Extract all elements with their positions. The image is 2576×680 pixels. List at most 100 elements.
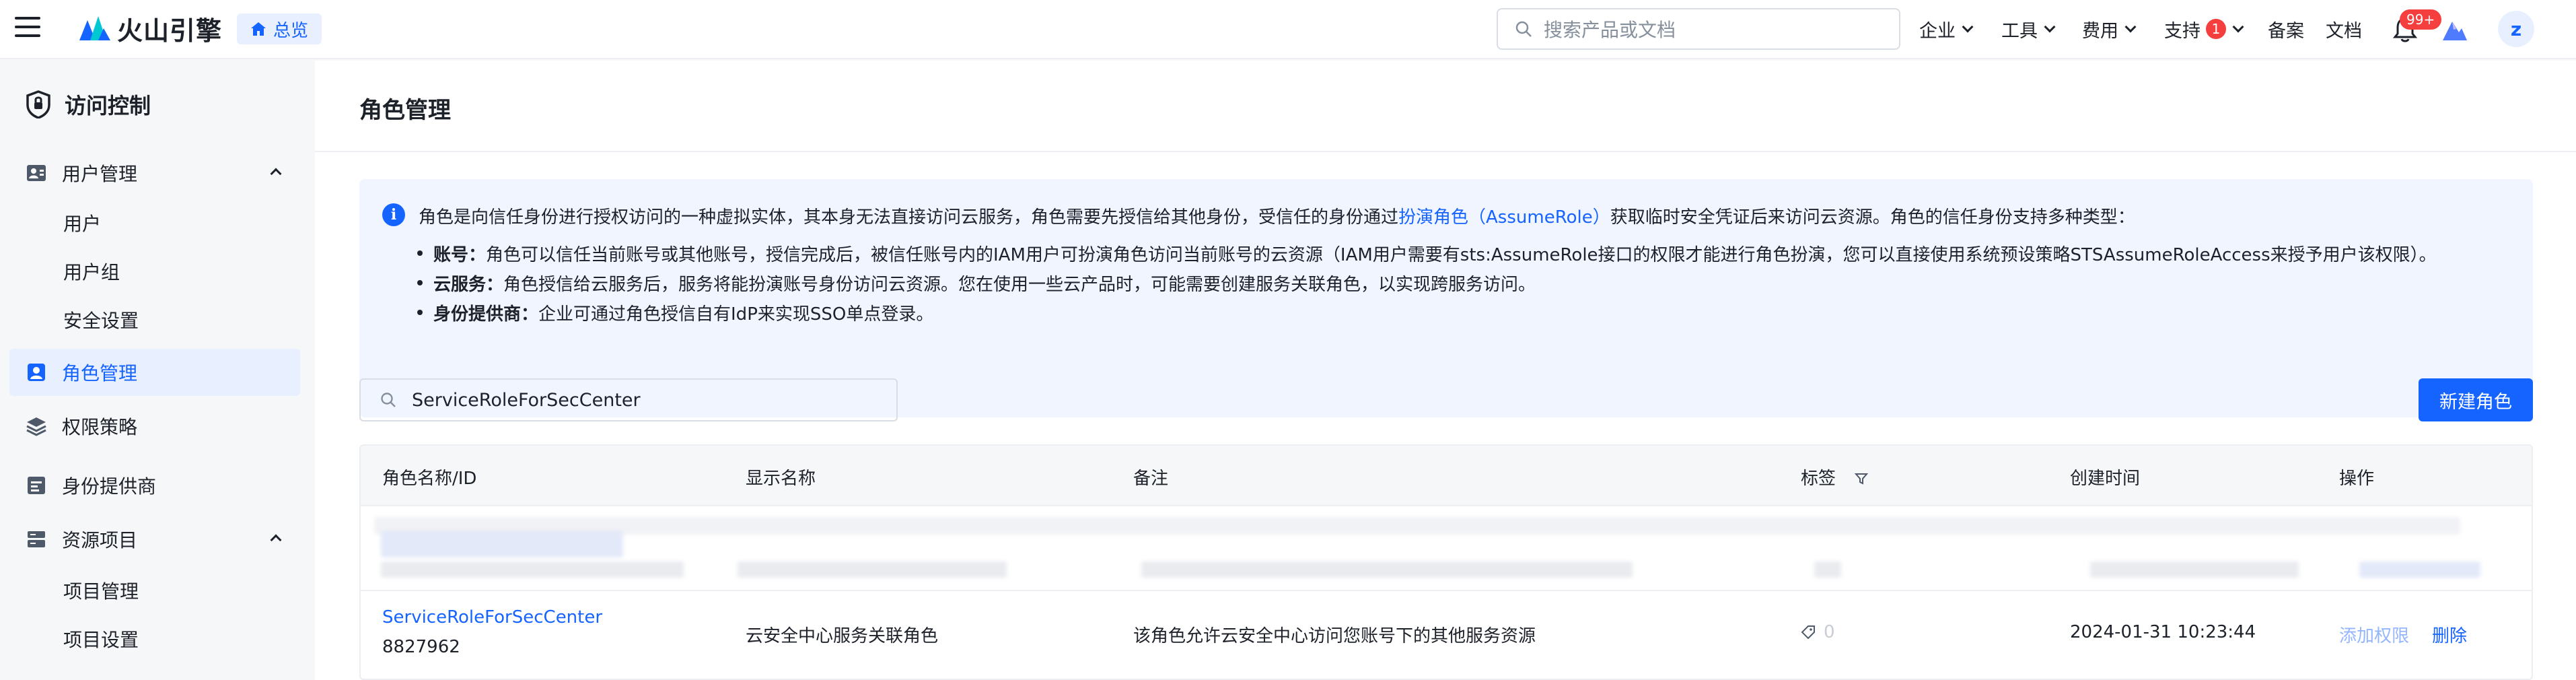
global-search-input[interactable]: 搜索产品或文档 <box>1497 8 1900 50</box>
nav-docs[interactable]: 文档 <box>2326 15 2362 43</box>
sidebar-item-policies[interactable]: 权限策略 <box>9 403 300 450</box>
add-permission-link[interactable]: 添加权限 <box>2339 622 2409 647</box>
sidebar-item-security-settings[interactable]: 安全设置 <box>9 296 300 343</box>
chevron-down-icon <box>2044 21 2056 33</box>
nav-enterprise-label: 企业 <box>1919 20 1956 42</box>
sidebar-item-project-management[interactable]: 项目管理 <box>9 567 300 614</box>
sidebar-item-label: 安全设置 <box>63 310 139 332</box>
nav-billing[interactable]: 费用 <box>2082 15 2137 43</box>
sidebar-item-label: 用户 <box>63 213 102 235</box>
top-bar: 火山引擎 总览 搜索产品或文档 企业 工具 费用 支持 1 备案 文档 99+ <box>0 0 2576 59</box>
chevron-down-icon <box>1962 21 1974 33</box>
column-display-name: 显示名称 <box>746 469 816 489</box>
overview-label: 总览 <box>273 20 309 41</box>
sidebar-title: 访问控制 <box>26 89 151 120</box>
nav-record[interactable]: 备案 <box>2268 15 2304 43</box>
sidebar-item-user-groups[interactable]: 用户组 <box>9 248 300 295</box>
info-bullet-account: 账号：角色可以信任当前账号或其他账号，授信完成后，被信任账号内的IAM用户可扮演… <box>417 241 2437 266</box>
bullet-term: 身份提供商： <box>433 304 539 325</box>
bullet-text: 角色可以信任当前账号或其他账号，授信完成后，被信任账号内的IAM用户可扮演角色访… <box>486 245 2437 265</box>
sidebar-item-label: 权限策略 <box>62 416 138 438</box>
table-row-redacted <box>361 508 2532 591</box>
search-icon <box>1515 21 1532 37</box>
nav-tools[interactable]: 工具 <box>2001 15 2056 43</box>
logo-text: 火山引擎 <box>117 15 223 46</box>
sidebar-item-label: 项目设置 <box>63 629 139 651</box>
chevron-down-icon <box>2124 21 2137 33</box>
avatar[interactable]: z <box>2498 11 2534 47</box>
new-role-button[interactable]: 新建角色 <box>2419 378 2533 421</box>
column-role-name: 角色名称/ID <box>382 469 477 489</box>
home-icon <box>251 22 266 36</box>
nav-tools-label: 工具 <box>2001 20 2038 42</box>
table-header: 角色名称/ID 显示名称 备注 标签 创建时间 操作 <box>361 446 2532 506</box>
role-icon <box>28 364 45 381</box>
nav-support[interactable]: 支持 1 <box>2164 15 2244 43</box>
tag-count: 0 <box>1824 622 1835 642</box>
roles-table: 角色名称/ID 显示名称 备注 标签 创建时间 操作 ServiceRoleFo… <box>359 444 2533 680</box>
column-actions: 操作 <box>2339 469 2375 489</box>
assume-role-link[interactable]: 扮演角色（AssumeRole） <box>1398 207 1610 228</box>
info-icon: i <box>382 203 405 226</box>
sidebar-item-identity-providers[interactable]: 身份提供商 <box>9 462 300 509</box>
search-placeholder: 搜索产品或文档 <box>1544 19 1676 41</box>
sidebar-item-label: 身份提供商 <box>62 475 157 498</box>
redacted-block <box>381 531 623 557</box>
mountain-icon[interactable] <box>2441 16 2468 43</box>
nav-support-label: 支持 <box>2164 20 2201 42</box>
table-row: ServiceRoleForSecCenter 8827962 云安全中心服务关… <box>361 592 2532 679</box>
sidebar-item-user-management[interactable]: 用户管理 <box>9 149 300 197</box>
created-at: 2024-01-31 10:23:44 <box>2070 622 2256 642</box>
overview-button[interactable]: 总览 <box>237 13 322 44</box>
sidebar-item-label: 项目管理 <box>63 580 139 603</box>
info-bullet-cloud-service: 云服务：角色授信给云服务后，服务将能扮演账号身份访问云资源。您在使用一些云产品时… <box>417 271 1536 296</box>
sidebar-title-label: 访问控制 <box>65 93 151 118</box>
search-icon <box>381 393 396 407</box>
volcengine-logo-icon <box>79 16 110 40</box>
role-name-link[interactable]: ServiceRoleForSecCenter <box>382 607 602 627</box>
column-note: 备注 <box>1133 469 1169 489</box>
sidebar-item-role-management[interactable]: 角色管理 <box>9 349 300 396</box>
nav-billing-label: 费用 <box>2082 20 2118 42</box>
sidebar-item-resource-projects[interactable]: 资源项目 <box>9 516 300 563</box>
bullet-term: 云服务： <box>433 275 504 295</box>
sidebar: 访问控制 用户管理 用户 用户组 安全设置 角色管理 权限策略 身份提供商 资源… <box>0 61 315 680</box>
note: 该角色允许云安全中心访问您账号下的其他服务资源 <box>1133 626 1536 646</box>
delete-link[interactable]: 删除 <box>2432 622 2467 647</box>
page-title: 角色管理 <box>359 97 451 124</box>
chevron-up-icon[interactable] <box>270 534 282 546</box>
sidebar-item-label: 用户管理 <box>62 163 138 185</box>
divider <box>315 151 2576 152</box>
redacted-block <box>2090 562 2299 578</box>
logo[interactable]: 火山引擎 <box>78 9 222 47</box>
column-tags-label: 标签 <box>1801 469 1836 489</box>
bullet-text: 企业可通过角色授信自有IdP来实现SSO单点登录。 <box>538 304 934 325</box>
column-tags[interactable]: 标签 <box>1801 465 1869 489</box>
redacted-block <box>374 517 2460 535</box>
redacted-block <box>1141 562 1633 578</box>
shield-icon <box>26 90 50 118</box>
nav-docs-label: 文档 <box>2326 20 2362 42</box>
tag-cell[interactable]: 0 <box>1801 622 1835 642</box>
chevron-up-icon[interactable] <box>270 168 282 180</box>
redacted-block <box>381 562 684 578</box>
tag-icon <box>1801 625 1815 640</box>
notification-badge: 99+ <box>2400 9 2442 30</box>
layers-icon <box>26 417 46 436</box>
nav-enterprise[interactable]: 企业 <box>1919 15 1974 43</box>
user-management-icon <box>27 165 46 181</box>
nav-record-label: 备案 <box>2268 20 2304 42</box>
sidebar-item-project-settings[interactable]: 项目设置 <box>9 615 300 662</box>
role-id: 8827962 <box>382 637 460 657</box>
support-badge: 1 <box>2206 19 2226 39</box>
sidebar-item-users[interactable]: 用户 <box>9 199 300 246</box>
info-lead-after: 获取临时安全凭证后来访问云资源。角色的信任身份支持多种类型： <box>1610 207 2135 228</box>
sidebar-item-label: 资源项目 <box>62 529 138 551</box>
role-search-value: ServiceRoleForSecCenter <box>412 389 641 411</box>
menu-icon[interactable] <box>15 17 40 40</box>
filter-icon[interactable] <box>1855 472 1869 485</box>
info-lead-text: 角色是向信任身份进行授权访问的一种虚拟实体，其本身无法直接访问云服务，角色需要先… <box>419 203 2135 228</box>
info-bullet-idp: 身份提供商：企业可通过角色授信自有IdP来实现SSO单点登录。 <box>417 300 934 325</box>
role-search-input[interactable]: ServiceRoleForSecCenter <box>359 378 898 421</box>
redacted-block <box>1814 562 1841 578</box>
